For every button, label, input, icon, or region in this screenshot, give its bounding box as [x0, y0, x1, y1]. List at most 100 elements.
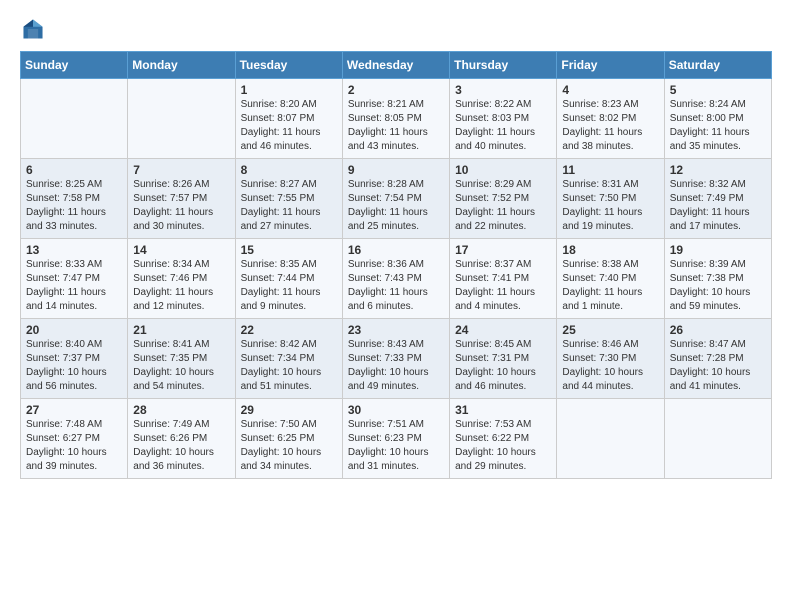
calendar-cell: 10Sunrise: 8:29 AMSunset: 7:52 PMDayligh… — [450, 159, 557, 239]
calendar-header: SundayMondayTuesdayWednesdayThursdayFrid… — [21, 52, 772, 79]
calendar-cell: 30Sunrise: 7:51 AMSunset: 6:23 PMDayligh… — [342, 399, 449, 479]
calendar-cell: 26Sunrise: 8:47 AMSunset: 7:28 PMDayligh… — [664, 319, 771, 399]
weekday-header-tuesday: Tuesday — [235, 52, 342, 79]
calendar-cell: 22Sunrise: 8:42 AMSunset: 7:34 PMDayligh… — [235, 319, 342, 399]
week-row-4: 20Sunrise: 8:40 AMSunset: 7:37 PMDayligh… — [21, 319, 772, 399]
day-number: 2 — [348, 83, 444, 97]
weekday-header-wednesday: Wednesday — [342, 52, 449, 79]
day-info: Sunrise: 8:33 AMSunset: 7:47 PMDaylight:… — [26, 258, 122, 314]
day-info: Sunrise: 8:31 AMSunset: 7:50 PMDaylight:… — [562, 178, 658, 234]
calendar-cell: 7Sunrise: 8:26 AMSunset: 7:57 PMDaylight… — [128, 159, 235, 239]
calendar-cell: 2Sunrise: 8:21 AMSunset: 8:05 PMDaylight… — [342, 79, 449, 159]
weekday-header-thursday: Thursday — [450, 52, 557, 79]
week-row-1: 1Sunrise: 8:20 AMSunset: 8:07 PMDaylight… — [21, 79, 772, 159]
day-number: 23 — [348, 323, 444, 337]
day-info: Sunrise: 8:29 AMSunset: 7:52 PMDaylight:… — [455, 178, 551, 234]
calendar-cell: 1Sunrise: 8:20 AMSunset: 8:07 PMDaylight… — [235, 79, 342, 159]
calendar-cell — [128, 79, 235, 159]
day-number: 24 — [455, 323, 551, 337]
calendar-cell: 18Sunrise: 8:38 AMSunset: 7:40 PMDayligh… — [557, 239, 664, 319]
week-row-5: 27Sunrise: 7:48 AMSunset: 6:27 PMDayligh… — [21, 399, 772, 479]
weekday-header-sunday: Sunday — [21, 52, 128, 79]
day-number: 4 — [562, 83, 658, 97]
calendar-cell: 13Sunrise: 8:33 AMSunset: 7:47 PMDayligh… — [21, 239, 128, 319]
day-number: 8 — [241, 163, 337, 177]
header — [20, 18, 772, 45]
weekday-row: SundayMondayTuesdayWednesdayThursdayFrid… — [21, 52, 772, 79]
day-info: Sunrise: 8:36 AMSunset: 7:43 PMDaylight:… — [348, 258, 444, 314]
day-info: Sunrise: 7:49 AMSunset: 6:26 PMDaylight:… — [133, 418, 229, 474]
day-number: 21 — [133, 323, 229, 337]
weekday-header-monday: Monday — [128, 52, 235, 79]
calendar-cell: 28Sunrise: 7:49 AMSunset: 6:26 PMDayligh… — [128, 399, 235, 479]
day-number: 10 — [455, 163, 551, 177]
calendar-cell: 19Sunrise: 8:39 AMSunset: 7:38 PMDayligh… — [664, 239, 771, 319]
calendar-table: SundayMondayTuesdayWednesdayThursdayFrid… — [20, 51, 772, 479]
day-number: 31 — [455, 403, 551, 417]
calendar-cell: 11Sunrise: 8:31 AMSunset: 7:50 PMDayligh… — [557, 159, 664, 239]
day-info: Sunrise: 8:24 AMSunset: 8:00 PMDaylight:… — [670, 98, 766, 154]
day-info: Sunrise: 8:42 AMSunset: 7:34 PMDaylight:… — [241, 338, 337, 394]
day-number: 20 — [26, 323, 122, 337]
calendar-cell: 25Sunrise: 8:46 AMSunset: 7:30 PMDayligh… — [557, 319, 664, 399]
calendar-cell — [557, 399, 664, 479]
day-number: 13 — [26, 243, 122, 257]
day-info: Sunrise: 8:21 AMSunset: 8:05 PMDaylight:… — [348, 98, 444, 154]
day-info: Sunrise: 8:41 AMSunset: 7:35 PMDaylight:… — [133, 338, 229, 394]
day-info: Sunrise: 8:20 AMSunset: 8:07 PMDaylight:… — [241, 98, 337, 154]
day-number: 3 — [455, 83, 551, 97]
weekday-header-saturday: Saturday — [664, 52, 771, 79]
day-info: Sunrise: 8:22 AMSunset: 8:03 PMDaylight:… — [455, 98, 551, 154]
day-number: 6 — [26, 163, 122, 177]
day-number: 29 — [241, 403, 337, 417]
calendar-cell: 23Sunrise: 8:43 AMSunset: 7:33 PMDayligh… — [342, 319, 449, 399]
day-info: Sunrise: 7:48 AMSunset: 6:27 PMDaylight:… — [26, 418, 122, 474]
day-number: 9 — [348, 163, 444, 177]
calendar-cell: 4Sunrise: 8:23 AMSunset: 8:02 PMDaylight… — [557, 79, 664, 159]
day-info: Sunrise: 8:45 AMSunset: 7:31 PMDaylight:… — [455, 338, 551, 394]
day-number: 19 — [670, 243, 766, 257]
day-number: 27 — [26, 403, 122, 417]
day-number: 30 — [348, 403, 444, 417]
day-info: Sunrise: 8:23 AMSunset: 8:02 PMDaylight:… — [562, 98, 658, 154]
day-info: Sunrise: 8:40 AMSunset: 7:37 PMDaylight:… — [26, 338, 122, 394]
day-number: 25 — [562, 323, 658, 337]
day-info: Sunrise: 8:28 AMSunset: 7:54 PMDaylight:… — [348, 178, 444, 234]
day-number: 28 — [133, 403, 229, 417]
day-number: 7 — [133, 163, 229, 177]
day-number: 16 — [348, 243, 444, 257]
day-number: 18 — [562, 243, 658, 257]
calendar-cell: 6Sunrise: 8:25 AMSunset: 7:58 PMDaylight… — [21, 159, 128, 239]
calendar-cell: 14Sunrise: 8:34 AMSunset: 7:46 PMDayligh… — [128, 239, 235, 319]
week-row-2: 6Sunrise: 8:25 AMSunset: 7:58 PMDaylight… — [21, 159, 772, 239]
calendar-cell: 5Sunrise: 8:24 AMSunset: 8:00 PMDaylight… — [664, 79, 771, 159]
day-number: 22 — [241, 323, 337, 337]
calendar-body: 1Sunrise: 8:20 AMSunset: 8:07 PMDaylight… — [21, 79, 772, 479]
day-number: 1 — [241, 83, 337, 97]
day-info: Sunrise: 7:51 AMSunset: 6:23 PMDaylight:… — [348, 418, 444, 474]
day-info: Sunrise: 8:47 AMSunset: 7:28 PMDaylight:… — [670, 338, 766, 394]
day-info: Sunrise: 8:25 AMSunset: 7:58 PMDaylight:… — [26, 178, 122, 234]
calendar-cell: 9Sunrise: 8:28 AMSunset: 7:54 PMDaylight… — [342, 159, 449, 239]
calendar-cell — [664, 399, 771, 479]
day-info: Sunrise: 8:46 AMSunset: 7:30 PMDaylight:… — [562, 338, 658, 394]
day-info: Sunrise: 8:27 AMSunset: 7:55 PMDaylight:… — [241, 178, 337, 234]
calendar-cell: 15Sunrise: 8:35 AMSunset: 7:44 PMDayligh… — [235, 239, 342, 319]
calendar-cell: 24Sunrise: 8:45 AMSunset: 7:31 PMDayligh… — [450, 319, 557, 399]
logo-icon — [22, 18, 44, 40]
day-info: Sunrise: 8:39 AMSunset: 7:38 PMDaylight:… — [670, 258, 766, 314]
day-number: 12 — [670, 163, 766, 177]
calendar-cell: 3Sunrise: 8:22 AMSunset: 8:03 PMDaylight… — [450, 79, 557, 159]
day-number: 17 — [455, 243, 551, 257]
day-number: 11 — [562, 163, 658, 177]
calendar-cell: 27Sunrise: 7:48 AMSunset: 6:27 PMDayligh… — [21, 399, 128, 479]
day-info: Sunrise: 7:53 AMSunset: 6:22 PMDaylight:… — [455, 418, 551, 474]
weekday-header-friday: Friday — [557, 52, 664, 79]
calendar-cell: 17Sunrise: 8:37 AMSunset: 7:41 PMDayligh… — [450, 239, 557, 319]
calendar-cell: 21Sunrise: 8:41 AMSunset: 7:35 PMDayligh… — [128, 319, 235, 399]
day-info: Sunrise: 8:26 AMSunset: 7:57 PMDaylight:… — [133, 178, 229, 234]
calendar-cell: 29Sunrise: 7:50 AMSunset: 6:25 PMDayligh… — [235, 399, 342, 479]
calendar-cell: 8Sunrise: 8:27 AMSunset: 7:55 PMDaylight… — [235, 159, 342, 239]
day-info: Sunrise: 8:35 AMSunset: 7:44 PMDaylight:… — [241, 258, 337, 314]
day-number: 5 — [670, 83, 766, 97]
